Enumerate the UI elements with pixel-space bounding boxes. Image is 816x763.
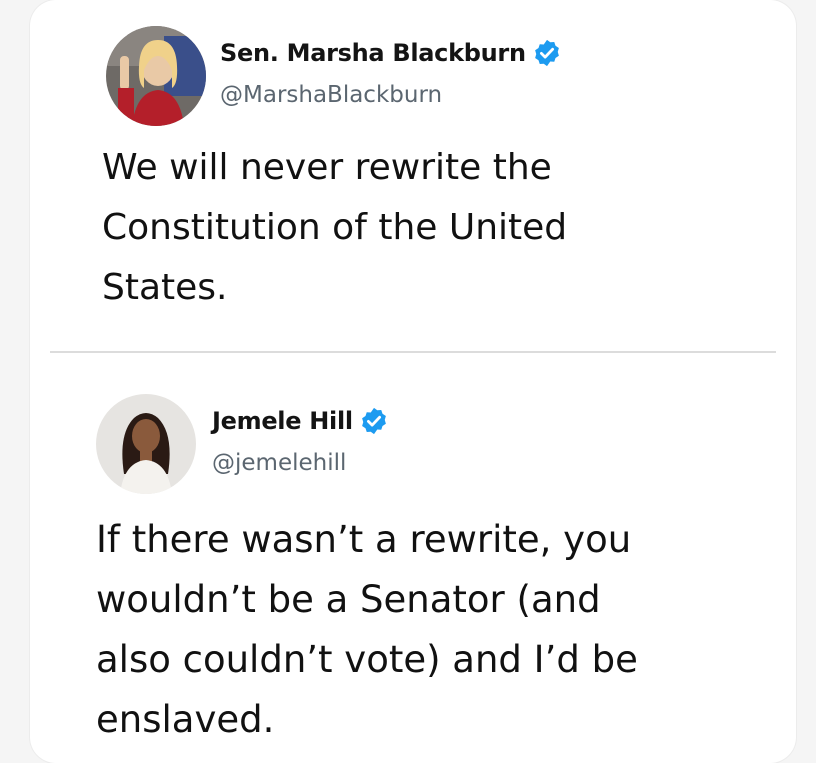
divider [50, 351, 776, 353]
avatar-jemele-hill[interactable] [96, 394, 196, 494]
avatar-marsha-blackburn[interactable] [106, 26, 206, 126]
name-row: Sen. Marsha Blackburn [220, 38, 562, 68]
name-row: Jemele Hill [212, 406, 389, 436]
tweet-text: If there wasn’t a rewrite, you wouldn’t … [96, 518, 638, 741]
avatar-image [96, 394, 196, 494]
handle[interactable]: @jemelehill [212, 450, 346, 476]
tweet-screenshot-card: Sen. Marsha Blackburn @MarshaBlackburn W… [30, 0, 796, 763]
tweet-text: We will never rewrite the Constitution o… [102, 147, 568, 308]
avatar-image [106, 26, 206, 126]
display-name[interactable]: Jemele Hill [212, 407, 353, 435]
verified-badge-icon [359, 406, 389, 436]
tweet-2[interactable]: Jemele Hill @jemelehill If there wasn’t … [30, 354, 796, 763]
handle[interactable]: @MarshaBlackburn [220, 82, 442, 108]
tweet-1[interactable]: Sen. Marsha Blackburn @MarshaBlackburn W… [30, 0, 796, 352]
verified-badge-icon [532, 38, 562, 68]
display-name[interactable]: Sen. Marsha Blackburn [220, 39, 526, 67]
